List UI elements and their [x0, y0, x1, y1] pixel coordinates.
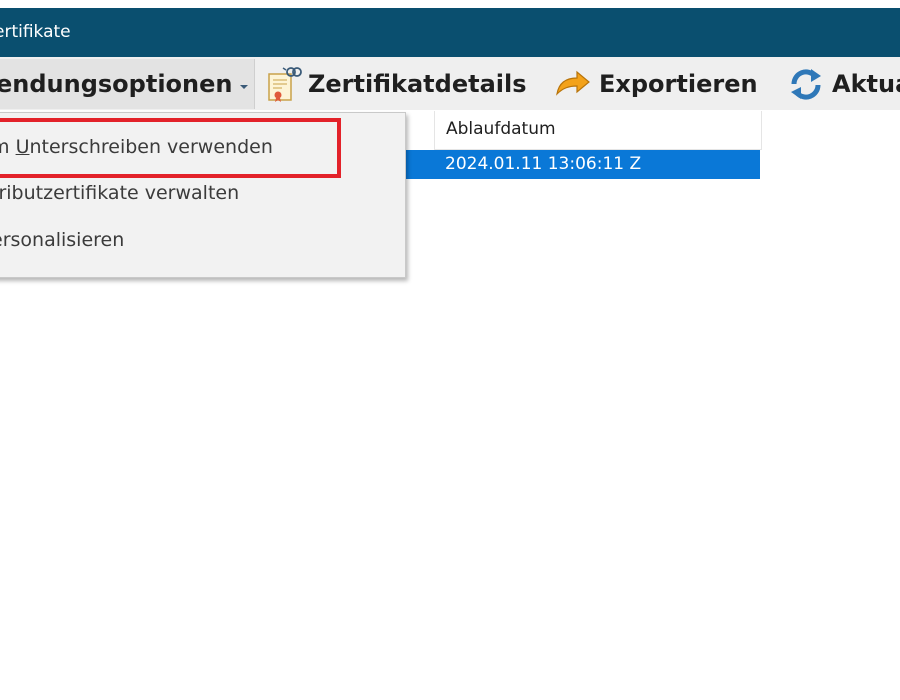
menu-item-label: tributzertifikate verwalten — [0, 182, 240, 204]
certificate-details-button[interactable]: Zertifikatdetails — [262, 57, 527, 110]
expiry-date-cell: 2024.01.11 13:06:11 Z — [445, 154, 642, 174]
usage-options-button[interactable]: endungsoptionen — [0, 59, 256, 109]
refresh-icon — [786, 64, 826, 104]
title-bar: ertifikate — [0, 8, 900, 57]
arrow-export-icon — [553, 64, 593, 104]
window-top-edge — [0, 0, 900, 8]
menu-item-personalize[interactable]: ersonalisieren — [0, 218, 405, 262]
refresh-label: Aktua — [832, 69, 900, 98]
refresh-button[interactable]: Aktua — [786, 57, 900, 110]
highlight-annotation — [0, 118, 341, 178]
column-header-expiry[interactable]: Ablaufdatum — [434, 111, 762, 150]
usage-options-label: endungsoptionen — [0, 70, 233, 98]
certificate-details-label: Zertifikatdetails — [308, 69, 527, 98]
export-button[interactable]: Exportieren — [553, 57, 758, 110]
window-title: ertifikate — [0, 22, 71, 42]
chevron-down-icon — [240, 85, 249, 89]
certificate-icon — [262, 64, 302, 104]
menu-item-label: ersonalisieren — [0, 229, 125, 251]
toolbar: endungsoptionen Zertifikatdetails Export… — [0, 57, 900, 111]
export-label: Exportieren — [599, 69, 758, 98]
column-header-label: Ablaufdatum — [446, 119, 556, 139]
